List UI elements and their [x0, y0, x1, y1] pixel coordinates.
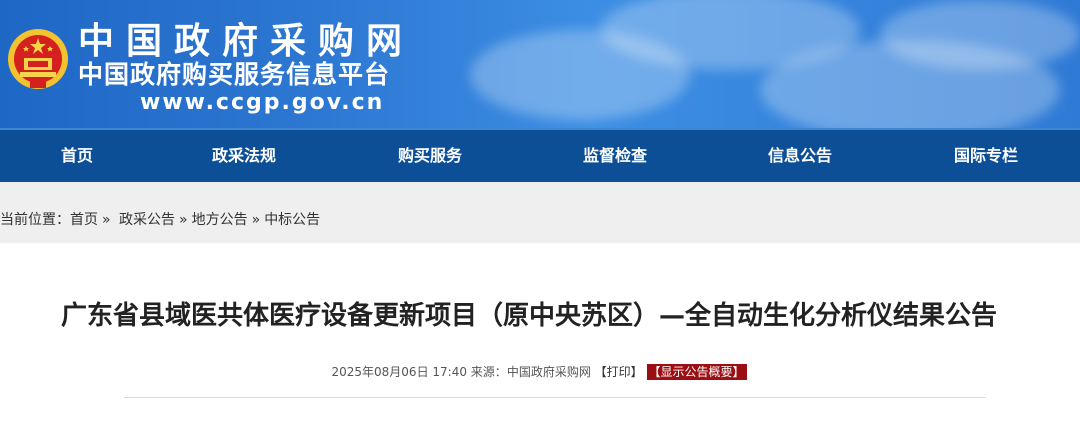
header-cloud-decoration [880, 0, 1080, 70]
breadcrumb: 当前位置：首页» 政采公告» 地方公告» 中标公告 [0, 210, 320, 230]
site-subtitle: 中国政府购买服务信息平台 [78, 60, 391, 89]
show-summary-button[interactable]: 【显示公告概要】 [646, 364, 747, 380]
article-source-label: 来源： [470, 365, 507, 379]
site-url: www.ccgp.gov.cn [140, 90, 385, 115]
site-header: 中国政府采购网 中国政府购买服务信息平台 www.ccgp.gov.cn [0, 0, 1080, 128]
breadcrumb-item-home[interactable]: 首页 [70, 212, 98, 228]
breadcrumb-separator: » [179, 212, 188, 228]
nav-item-regulations[interactable]: 政采法规 [174, 130, 314, 182]
article-title: 广东省县域医共体医疗设备更新项目（原中央苏区）—全自动生化分析仪结果公告 [60, 301, 997, 331]
article-panel [0, 243, 1080, 426]
nav-item-international[interactable]: 国际专栏 [916, 130, 1056, 182]
nav-item-purchase-services[interactable]: 购买服务 [360, 130, 500, 182]
article-source: 中国政府采购网 [506, 365, 591, 379]
breadcrumb-separator: » [251, 212, 261, 228]
national-emblem-icon [8, 29, 68, 89]
breadcrumb-prefix: 当前位置： [0, 212, 70, 228]
title-divider [124, 397, 986, 398]
breadcrumb-item-local-notices[interactable]: 地方公告 [192, 212, 248, 228]
nav-item-home[interactable]: 首页 [7, 130, 147, 182]
print-link[interactable]: 【打印】 [595, 365, 643, 379]
breadcrumb-item-policy-notices[interactable]: 政采公告 [119, 212, 175, 228]
nav-item-announcements[interactable]: 信息公告 [730, 130, 870, 182]
breadcrumb-separator: » [102, 212, 111, 228]
article-datetime: 2025年08月06日 17:40 [331, 365, 467, 379]
main-nav: 首页 政采法规 购买服务 监督检查 信息公告 国际专栏 [0, 128, 1080, 182]
nav-item-supervision[interactable]: 监督检查 [545, 130, 685, 182]
breadcrumb-item-award-notices[interactable]: 中标公告 [264, 212, 320, 228]
site-name: 中国政府采购网 [78, 21, 415, 62]
article-meta: 2025年08月06日 17:40 来源：中国政府采购网 【打印】 【显示公告概… [0, 362, 1078, 382]
